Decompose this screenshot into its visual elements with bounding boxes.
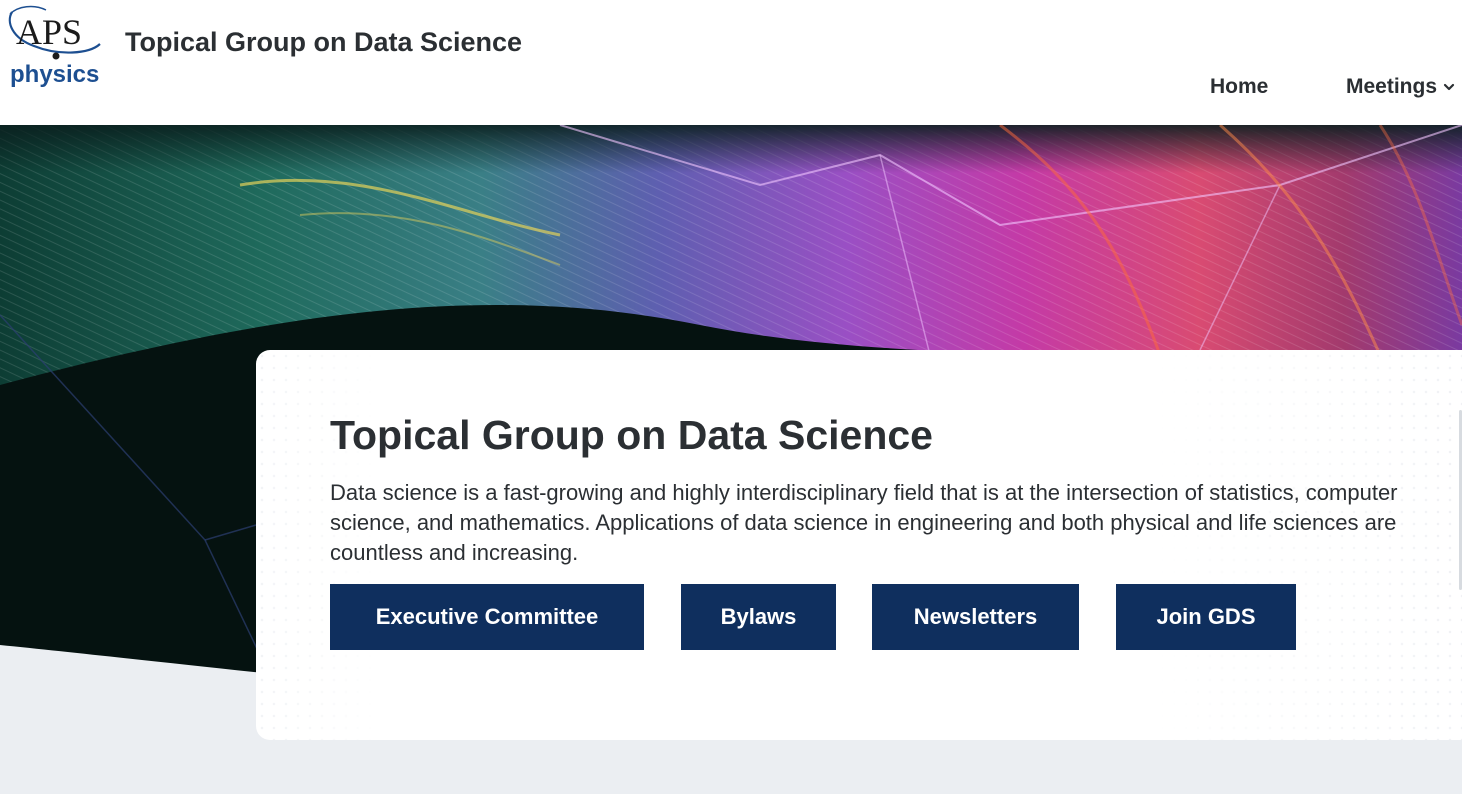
site-title[interactable]: Topical Group on Data Science [125, 27, 522, 58]
intro-card: Topical Group on Data Science Data scien… [256, 350, 1462, 740]
chevron-down-icon [1443, 83, 1455, 91]
site-header: APS physics Topical Group on Data Scienc… [0, 0, 1462, 125]
nav-home-label: Home [1210, 75, 1269, 98]
main-nav: Home Meetings [1170, 72, 1462, 102]
svg-text:APS: APS [16, 12, 82, 52]
bylaws-button[interactable]: Bylaws [681, 584, 836, 650]
newsletters-button[interactable]: Newsletters [872, 584, 1079, 650]
nav-home[interactable]: Home [1210, 75, 1268, 99]
card-description: Data science is a fast-growing and highl… [330, 480, 1398, 565]
aps-physics-logo[interactable]: APS physics [4, 4, 104, 88]
nav-meetings[interactable]: Meetings [1346, 75, 1455, 99]
executive-committee-button[interactable]: Executive Committee [330, 584, 644, 650]
card-title: Topical Group on Data Science [330, 412, 933, 458]
svg-text:physics: physics [10, 61, 99, 88]
nav-meetings-label: Meetings [1346, 75, 1438, 98]
join-gds-button[interactable]: Join GDS [1116, 584, 1296, 650]
